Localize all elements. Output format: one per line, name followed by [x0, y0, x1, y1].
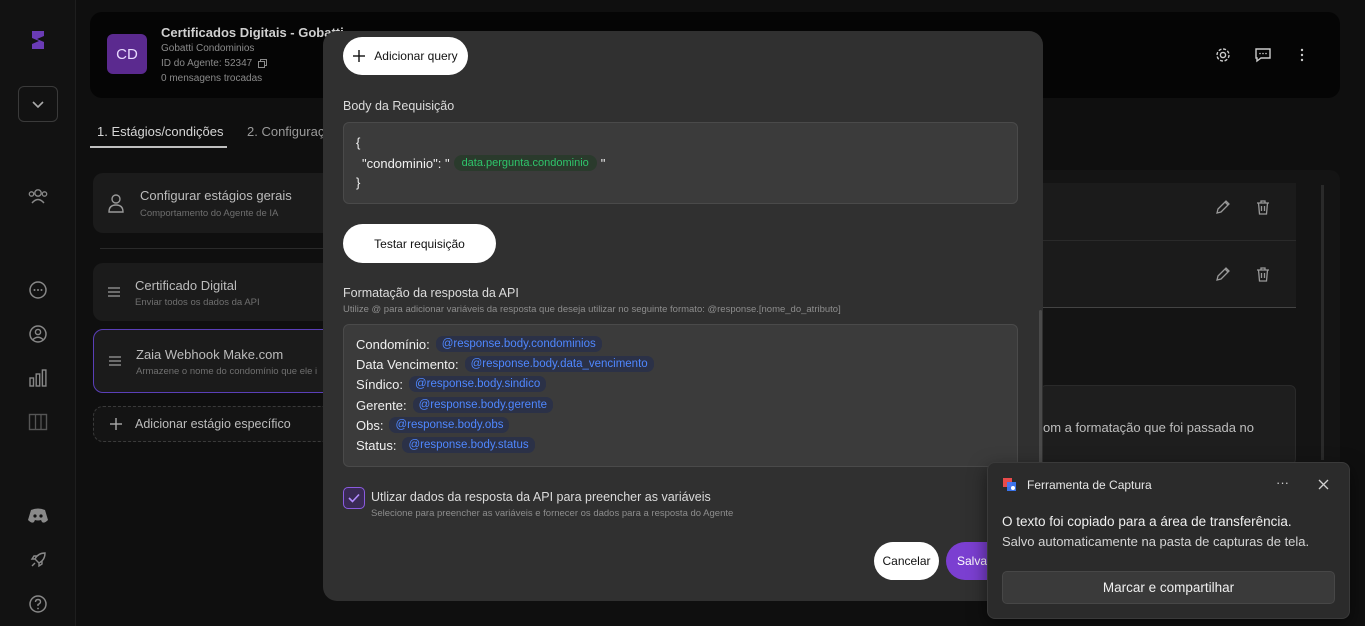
use-response-checkbox[interactable] [343, 487, 365, 509]
agent-id: ID do Agente: 52347 [161, 58, 267, 69]
format-line-label: Gerente: [356, 397, 407, 413]
drag-handle-icon[interactable] [108, 287, 120, 297]
workspace-dropdown[interactable] [18, 86, 58, 122]
stage-subtitle: Enviar todos os dados da API [135, 297, 260, 308]
stage-subtitle: Armazene o nome do condomínio que ele i [136, 366, 318, 377]
more-vertical-icon[interactable] [1293, 46, 1311, 64]
body-open-brace: { [356, 135, 361, 150]
body-line: "condominio": " data.pergunta.condominio… [362, 155, 605, 171]
instruction-box[interactable]: om a formatação que foi passada no [1040, 385, 1296, 465]
add-stage-button[interactable]: Adicionar estágio específico [93, 406, 333, 442]
chat-icon[interactable] [24, 276, 52, 304]
snipping-tool-icon [1002, 477, 1018, 493]
mark-and-share-button[interactable]: Marcar e compartilhar [1002, 571, 1335, 604]
response-variable-chip[interactable]: @response.body.gerente [412, 397, 554, 413]
body-key: "condominio": " [362, 155, 450, 171]
divider [1040, 307, 1296, 308]
test-request-button[interactable]: Testar requisição [343, 224, 496, 263]
trash-icon[interactable] [1255, 266, 1271, 282]
format-line: Condomínio: @response.body.condominios [356, 336, 602, 352]
format-line-label: Condomínio: [356, 336, 430, 352]
stage-card-certificado[interactable]: Certificado Digital Enviar todos os dado… [93, 263, 333, 321]
request-config-modal: Adicionar query Body da Requisição { "co… [323, 31, 1043, 601]
stage-card-general[interactable]: Configurar estágios gerais Comportamento… [93, 173, 333, 233]
stage-subtitle: Comportamento do Agente de IA [140, 208, 279, 219]
stage-title: Zaia Webhook Make.com [136, 347, 284, 362]
tab-stages[interactable]: 1. Estágios/condições [97, 124, 223, 139]
response-variable-chip[interactable]: @response.body.data_vencimento [464, 356, 654, 372]
user-icon [107, 193, 125, 213]
columns-icon[interactable] [24, 408, 52, 436]
cancel-button[interactable]: Cancelar [874, 542, 939, 580]
stage-title: Certificado Digital [135, 278, 237, 293]
toast-app-name: Ferramenta de Captura [1027, 478, 1152, 492]
discord-icon[interactable] [24, 502, 52, 530]
stage-title: Configurar estágios gerais [140, 188, 292, 203]
rocket-icon[interactable] [24, 546, 52, 574]
response-variable-chip[interactable]: @response.body.obs [389, 417, 510, 433]
active-tab-indicator [90, 146, 227, 148]
check-icon [348, 493, 360, 503]
response-variable-chip[interactable]: @response.body.sindico [408, 376, 547, 392]
stage-card-zaia-webhook[interactable]: Zaia Webhook Make.com Armazene o nome do… [93, 329, 333, 393]
toast-message-line1: O texto foi copiado para a área de trans… [1002, 514, 1292, 529]
messages-count: 0 mensagens trocadas [161, 73, 263, 84]
add-stage-label: Adicionar estágio específico [135, 417, 291, 431]
format-line: Síndico: @response.body.sindico [356, 376, 547, 392]
users-icon[interactable] [24, 182, 52, 210]
divider [100, 248, 332, 249]
body-close-brace: } [356, 175, 361, 190]
add-query-label: Adicionar query [374, 49, 458, 63]
divider [1040, 240, 1296, 241]
edit-icon[interactable] [1215, 199, 1231, 215]
format-line-label: Obs: [356, 417, 384, 433]
more-options-button[interactable]: ··· [1276, 475, 1289, 490]
body-quote: " [600, 155, 606, 171]
avatar: CD [107, 34, 147, 74]
response-variable-chip[interactable]: @response.body.status [402, 437, 535, 453]
format-label: Formatação da resposta da API [343, 286, 519, 300]
response-format-editor[interactable]: Condomínio: @response.body.condominios D… [343, 324, 1018, 467]
message-square-icon[interactable] [1254, 46, 1272, 64]
format-line: Obs: @response.body.obs [356, 417, 510, 433]
copy-icon[interactable] [257, 58, 267, 68]
bar-chart-icon[interactable] [24, 364, 52, 392]
tab-configuration[interactable]: 2. Configuraç [247, 124, 324, 139]
body-label: Body da Requisição [343, 99, 455, 113]
agent-title: Certificados Digitais - Gobatti [161, 25, 344, 40]
snipping-tool-notification: Ferramenta de Captura ··· O texto foi co… [987, 462, 1350, 619]
agent-company: Gobatti Condominios [161, 43, 255, 54]
brand-logo-icon[interactable] [24, 26, 52, 54]
scrollbar[interactable] [1321, 185, 1324, 460]
add-query-button[interactable]: Adicionar query [343, 37, 468, 75]
chevron-down-icon [31, 99, 45, 109]
left-sidebar [0, 0, 76, 626]
format-line: Data Vencimento: @response.body.data_ven… [356, 356, 654, 372]
toast-message-line2: Salvo automaticamente na pasta de captur… [1002, 534, 1310, 549]
format-line-label: Status: [356, 437, 397, 453]
plus-icon [110, 418, 122, 430]
format-line-label: Data Vencimento: [356, 356, 459, 372]
user-circle-icon[interactable] [24, 320, 52, 348]
close-icon[interactable] [1318, 479, 1329, 490]
help-icon[interactable] [24, 590, 52, 618]
format-line-label: Síndico: [356, 376, 403, 392]
checkbox-hint: Selecione para preencher as variáveis e … [371, 508, 734, 519]
format-line: Status: @response.body.status [356, 437, 535, 453]
instruction-text: om a formatação que foi passada no [1043, 420, 1255, 435]
drag-handle-icon[interactable] [109, 356, 121, 366]
edit-icon[interactable] [1215, 266, 1231, 282]
variable-chip[interactable]: data.pergunta.condominio [453, 155, 597, 171]
trash-icon[interactable] [1255, 199, 1271, 215]
request-body-editor[interactable]: { "condominio": " data.pergunta.condomin… [343, 122, 1018, 204]
checkbox-label[interactable]: Utlizar dados da resposta da API para pr… [371, 490, 711, 504]
response-variable-chip[interactable]: @response.body.condominios [435, 336, 602, 352]
format-line: Gerente: @response.body.gerente [356, 397, 554, 413]
plus-icon [353, 50, 366, 62]
gear-icon[interactable] [1214, 46, 1232, 64]
format-hint: Utilize @ para adicionar variáveis da re… [343, 304, 841, 315]
